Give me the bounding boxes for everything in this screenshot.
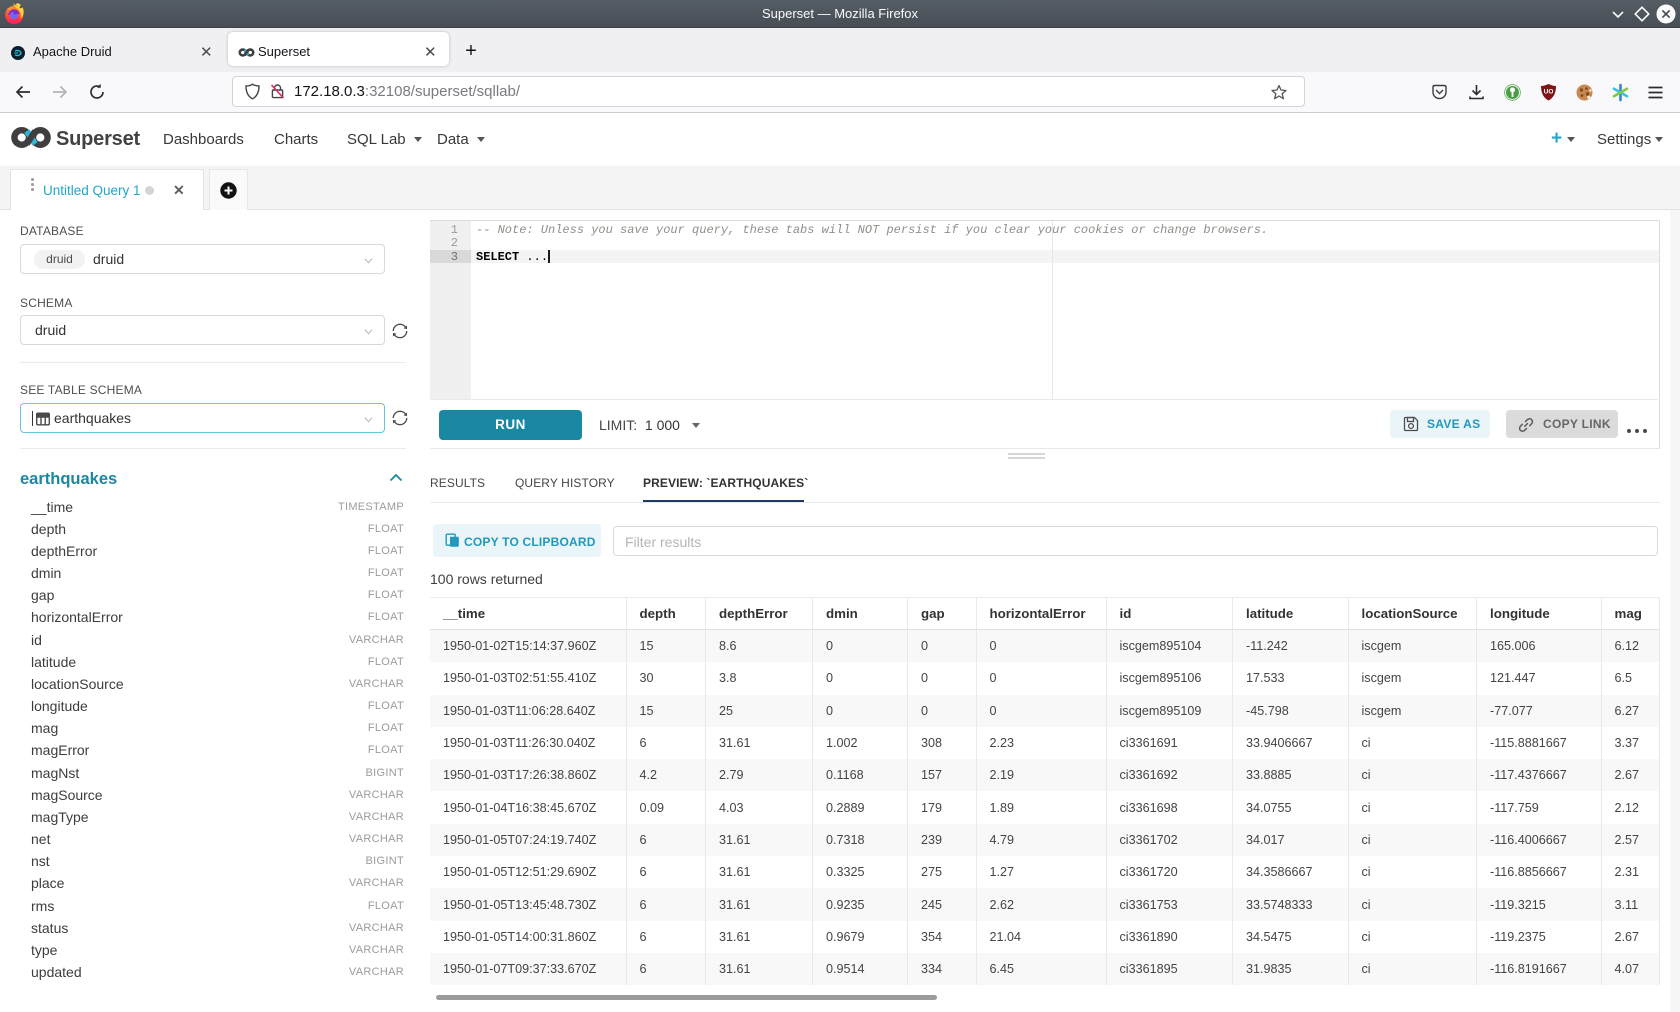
svg-text:UO: UO — [1544, 89, 1554, 96]
